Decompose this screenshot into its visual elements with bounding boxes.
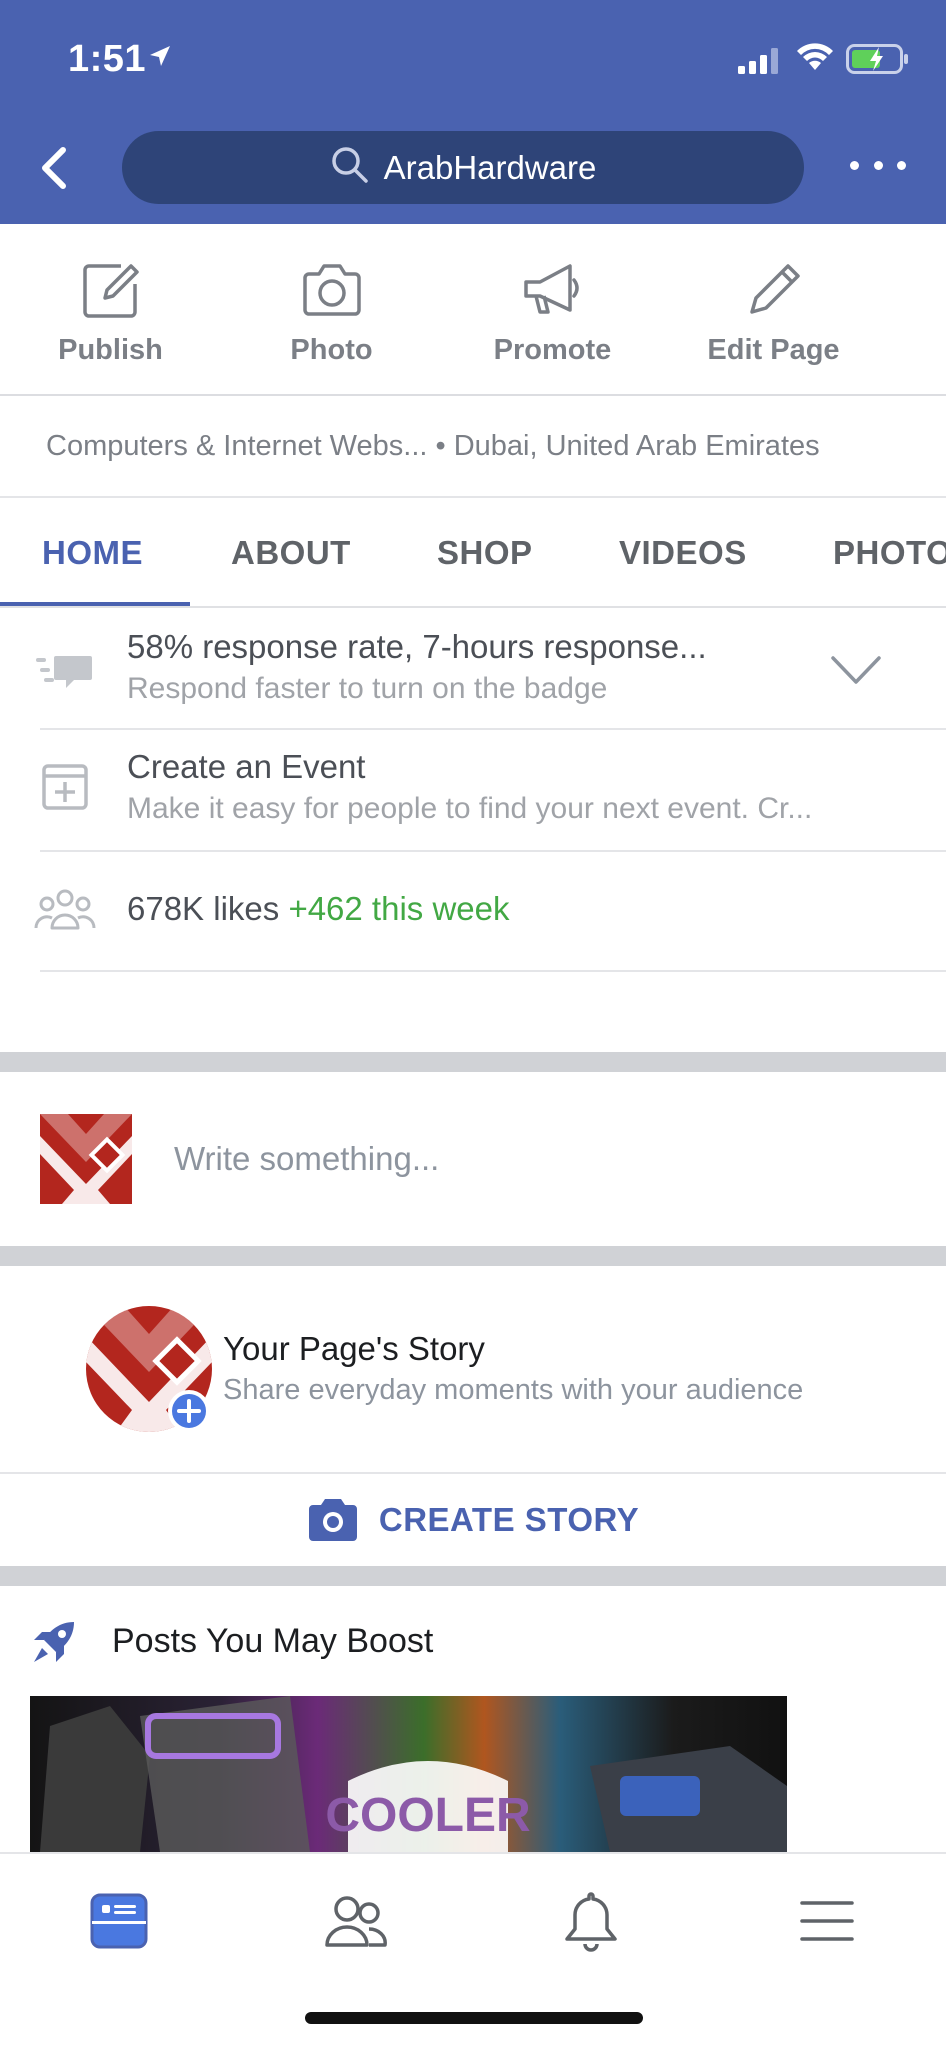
photo-button[interactable]: Photo	[221, 224, 442, 394]
divider	[40, 970, 946, 972]
dot	[897, 160, 906, 170]
page-actions-row: Publish Photo Promote Edit Page	[0, 224, 946, 396]
status-time: 1:51	[68, 38, 147, 80]
likes-text: 678K likes +462 this week	[127, 890, 510, 928]
tab-home[interactable]: HOME	[42, 534, 143, 572]
search-text: ArabHardware	[383, 148, 597, 186]
composer[interactable]	[0, 1072, 946, 1246]
search-bar[interactable]: ArabHardware	[122, 131, 804, 204]
create-event-subtitle: Make it easy for people to find your nex…	[127, 792, 813, 825]
edit-square-icon	[82, 264, 139, 318]
composer-placeholder[interactable]: Write something...	[174, 1140, 439, 1178]
chevron-left-icon	[42, 147, 66, 189]
posts-you-may-boost-title: Posts You May Boost	[112, 1622, 434, 1660]
response-rate-row[interactable]: 58% response rate, 7-hours response... R…	[0, 610, 946, 732]
boost-post-image[interactable]: COOLER	[30, 1696, 787, 1852]
nav-menu-button[interactable]	[782, 1876, 872, 1966]
friends-icon	[325, 1896, 387, 1947]
location-arrow-icon	[148, 44, 172, 73]
publish-label: Publish	[58, 334, 163, 366]
story-title: Your Page's Story	[223, 1330, 485, 1367]
menu-icon	[800, 1901, 854, 1941]
response-rate-title: 58% response rate, 7-hours response...	[127, 628, 707, 665]
arabhardware-logo-icon	[40, 1114, 132, 1204]
chevron-down-icon[interactable]	[830, 654, 882, 691]
calendar-add-icon	[42, 764, 88, 815]
create-event-row[interactable]: Create an Event Make it easy for people …	[0, 730, 946, 852]
tab-shop[interactable]: SHOP	[437, 534, 533, 572]
chat-bubble-icon	[36, 654, 94, 697]
edit-page-label: Edit Page	[707, 334, 840, 366]
battery-charging-icon	[846, 44, 910, 79]
tab-videos[interactable]: VIDEOS	[619, 534, 747, 572]
dot	[850, 160, 859, 170]
photo-label: Photo	[290, 334, 373, 366]
active-tab-indicator	[0, 602, 190, 606]
likes-row[interactable]: 678K likes +462 this week	[0, 852, 946, 974]
nav-notifications-button[interactable]	[546, 1876, 636, 1966]
publish-button[interactable]: Publish	[0, 224, 221, 394]
likes-delta: +462 this week	[288, 890, 510, 927]
dot	[873, 160, 883, 170]
megaphone-icon	[523, 264, 579, 314]
pencil-icon	[749, 264, 800, 314]
camera-icon	[302, 264, 361, 316]
page-avatar[interactable]	[40, 1114, 132, 1204]
response-rate-subtitle: Respond faster to turn on the badge	[127, 672, 608, 705]
home-feed-icon	[90, 1893, 148, 1949]
nav-friends-button[interactable]	[310, 1876, 400, 1966]
section-separator	[0, 1246, 946, 1266]
rocket-icon	[30, 1618, 78, 1671]
search-icon	[330, 145, 370, 190]
create-story-label: CREATE STORY	[378, 1501, 640, 1538]
story-subtitle: Share everyday moments with your audienc…	[223, 1374, 804, 1406]
section-separator	[0, 1566, 946, 1586]
page-tabs: HOME ABOUT SHOP VIDEOS PHOTOS	[0, 498, 946, 608]
people-group-icon	[34, 888, 96, 937]
create-event-title: Create an Event	[127, 748, 366, 785]
nav-home-button[interactable]	[74, 1876, 164, 1966]
promote-button[interactable]: Promote	[442, 224, 663, 394]
create-story-button[interactable]: CREATE STORY	[0, 1474, 946, 1566]
section-separator	[0, 1052, 946, 1072]
home-indicator[interactable]	[305, 2012, 643, 2024]
promote-label: Promote	[493, 334, 612, 366]
edit-page-button[interactable]: Edit Page	[663, 224, 884, 394]
tab-photos[interactable]: PHOTOS	[833, 534, 946, 572]
notifications-bell-icon	[565, 1892, 617, 1952]
boost-image-brand-text: COOLER	[325, 1789, 530, 1842]
cellular-signal-icon	[738, 48, 784, 79]
page-category-location: Computers & Internet Webs... • Dubai, Un…	[0, 396, 946, 498]
add-story-plus-icon[interactable]	[168, 1390, 210, 1432]
tab-about[interactable]: ABOUT	[231, 534, 351, 572]
likes-count: 678K likes	[127, 890, 280, 927]
wifi-icon	[796, 42, 834, 77]
camera-icon	[308, 1499, 357, 1541]
more-options-button[interactable]	[850, 150, 906, 180]
back-button[interactable]	[30, 140, 78, 196]
